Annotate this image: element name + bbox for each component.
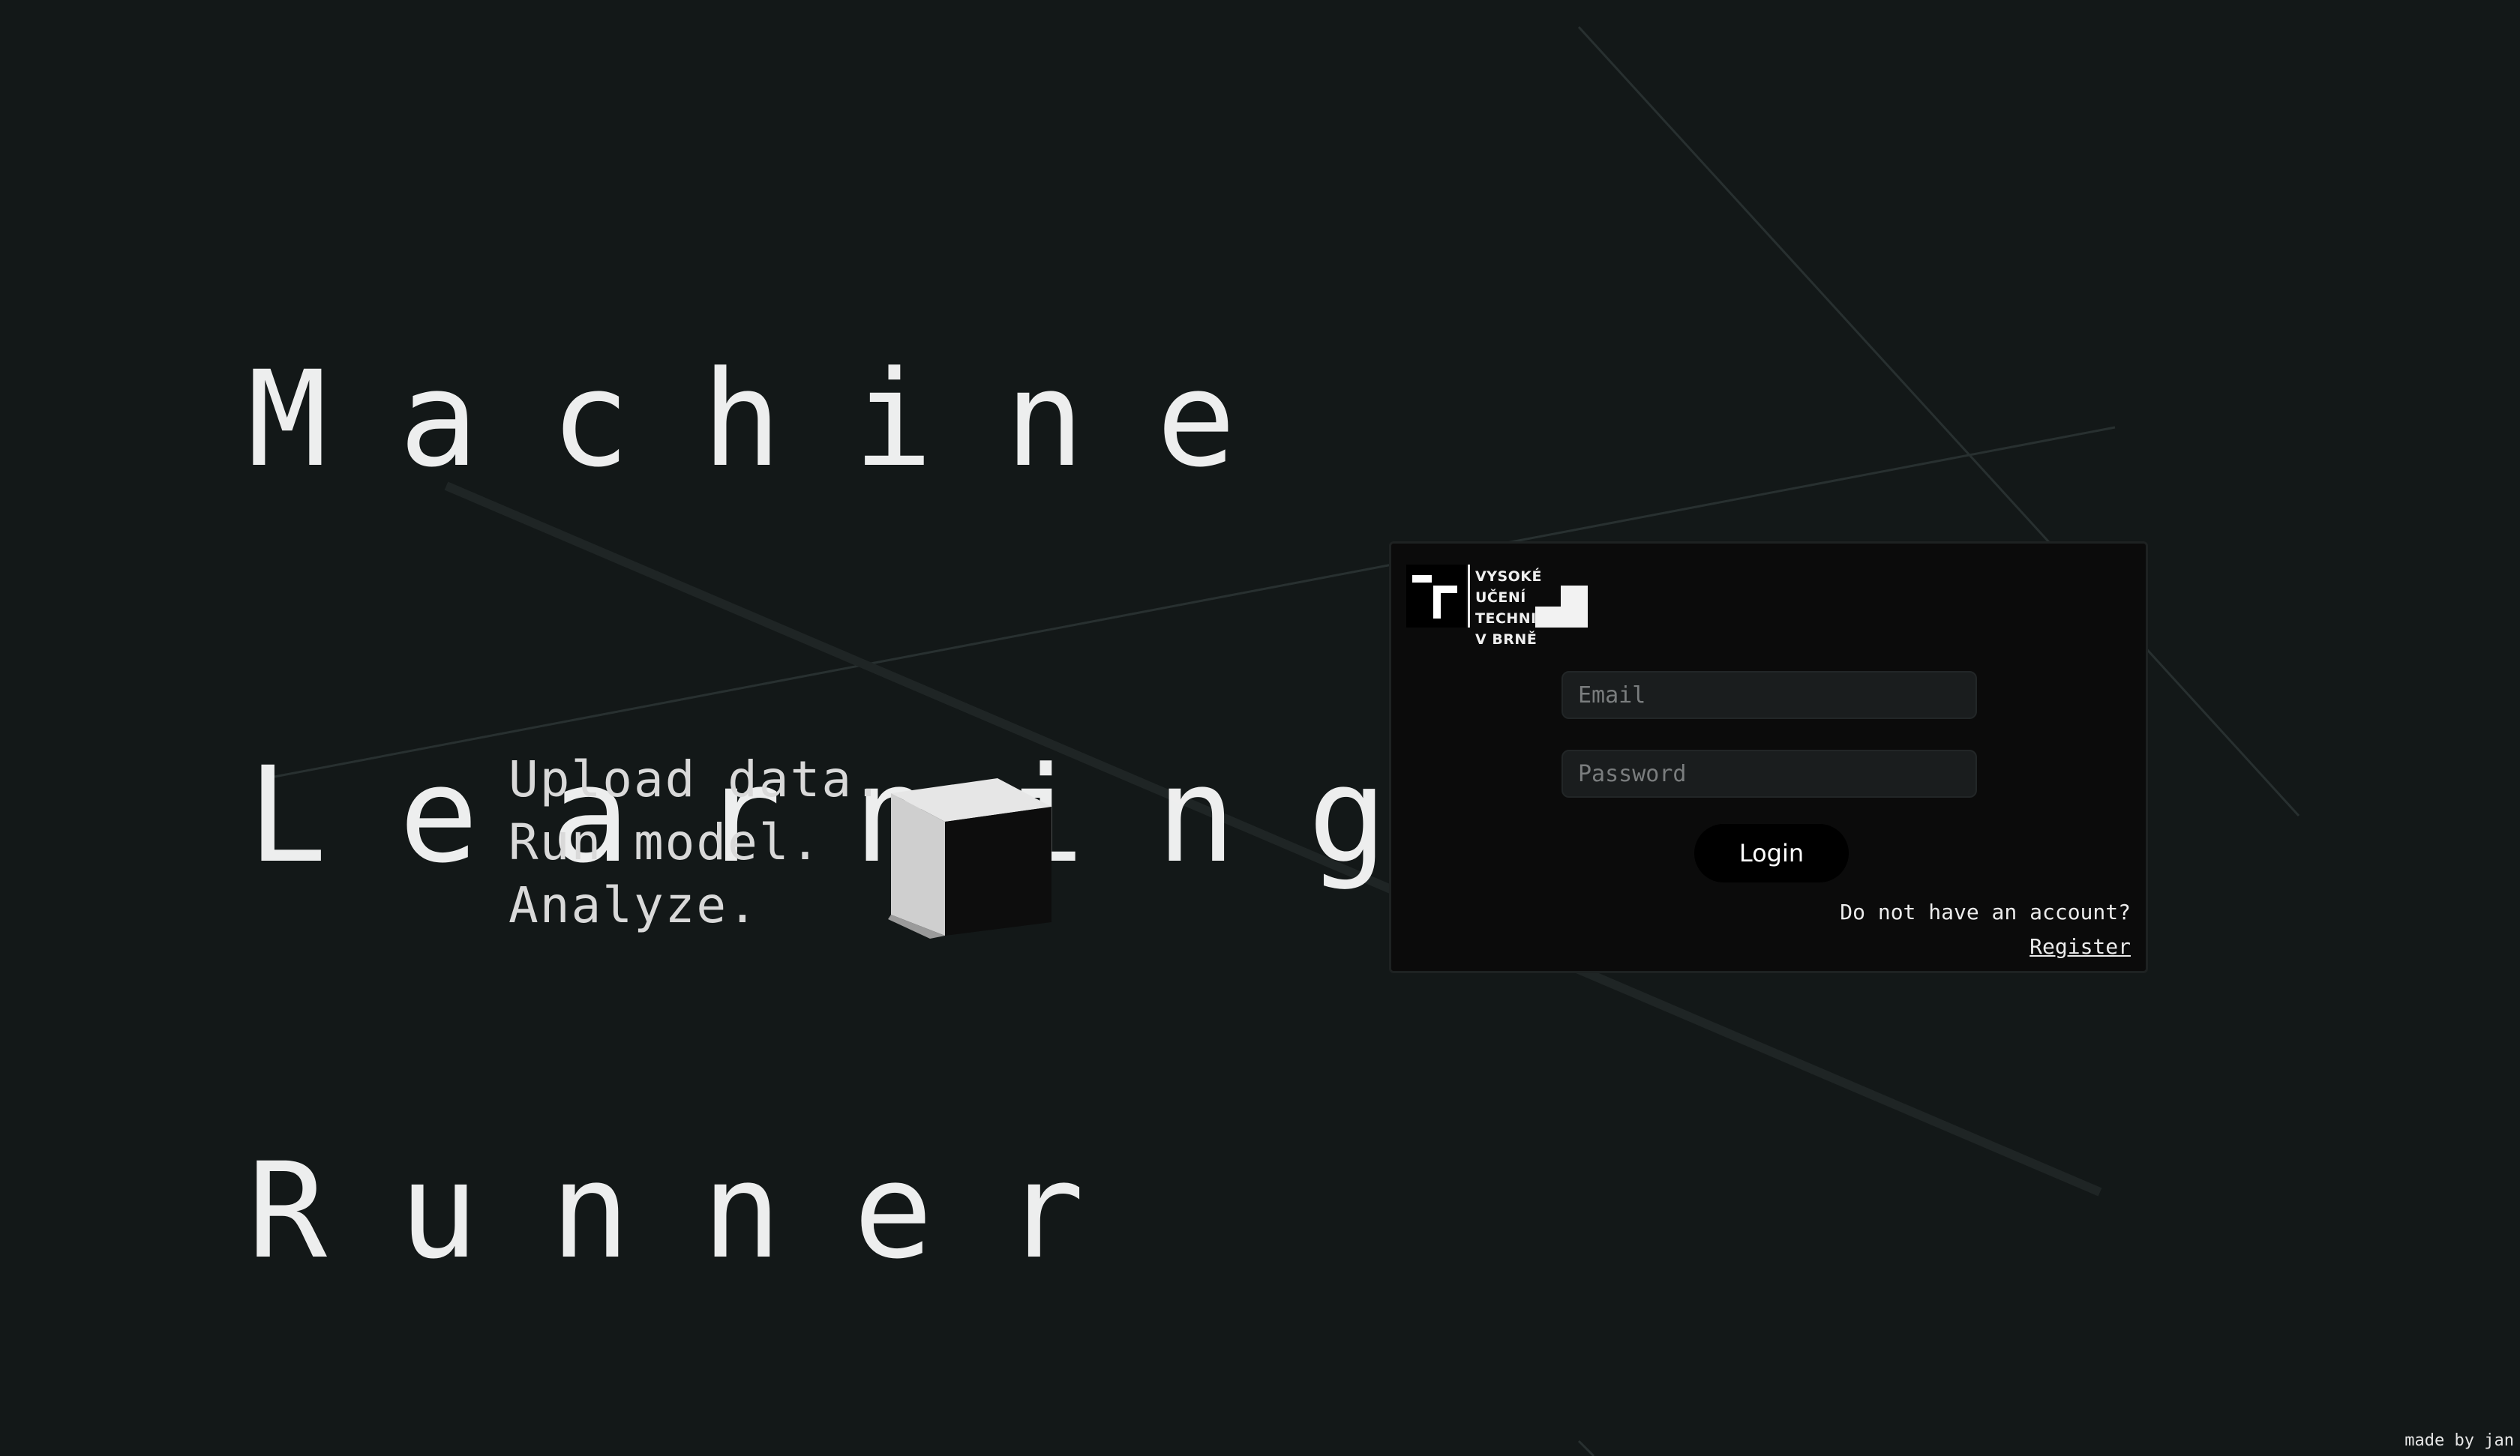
vut-logo: VYSOKÉ UČENÍ TECHNICKÉ V BRNĚ [1406,565,1589,648]
hero-line-3: Runner [248,1134,1156,1288]
bg-line-bottom [1577,1440,1595,1456]
logo-line-3: V BRNĚ [1475,631,1538,648]
email-field[interactable] [1562,671,1977,719]
tagline-line-3: Analyze. [508,876,759,934]
tagline-line-1: Upload data. [508,750,884,808]
login-button[interactable]: Login [1694,824,1849,882]
password-field[interactable] [1562,750,1977,798]
logo-separator [1468,565,1470,628]
tagline-line-2: Run model. [508,813,822,871]
hero-line-1: Machine [248,343,1308,496]
no-account-text: Do not have an account? [1840,900,2131,924]
tagline: Upload data. Run model. Analyze. [508,748,884,937]
logo-block-notch [1535,586,1561,607]
cube-icon [888,778,1052,939]
footer-credit: made by jan [2404,1431,2514,1450]
logo-mark [1406,565,1466,628]
register-link[interactable]: Register [2030,934,2131,959]
login-card: VYSOKÉ UČENÍ TECHNICKÉ V BRNĚ Login Do n… [1389,541,2148,973]
